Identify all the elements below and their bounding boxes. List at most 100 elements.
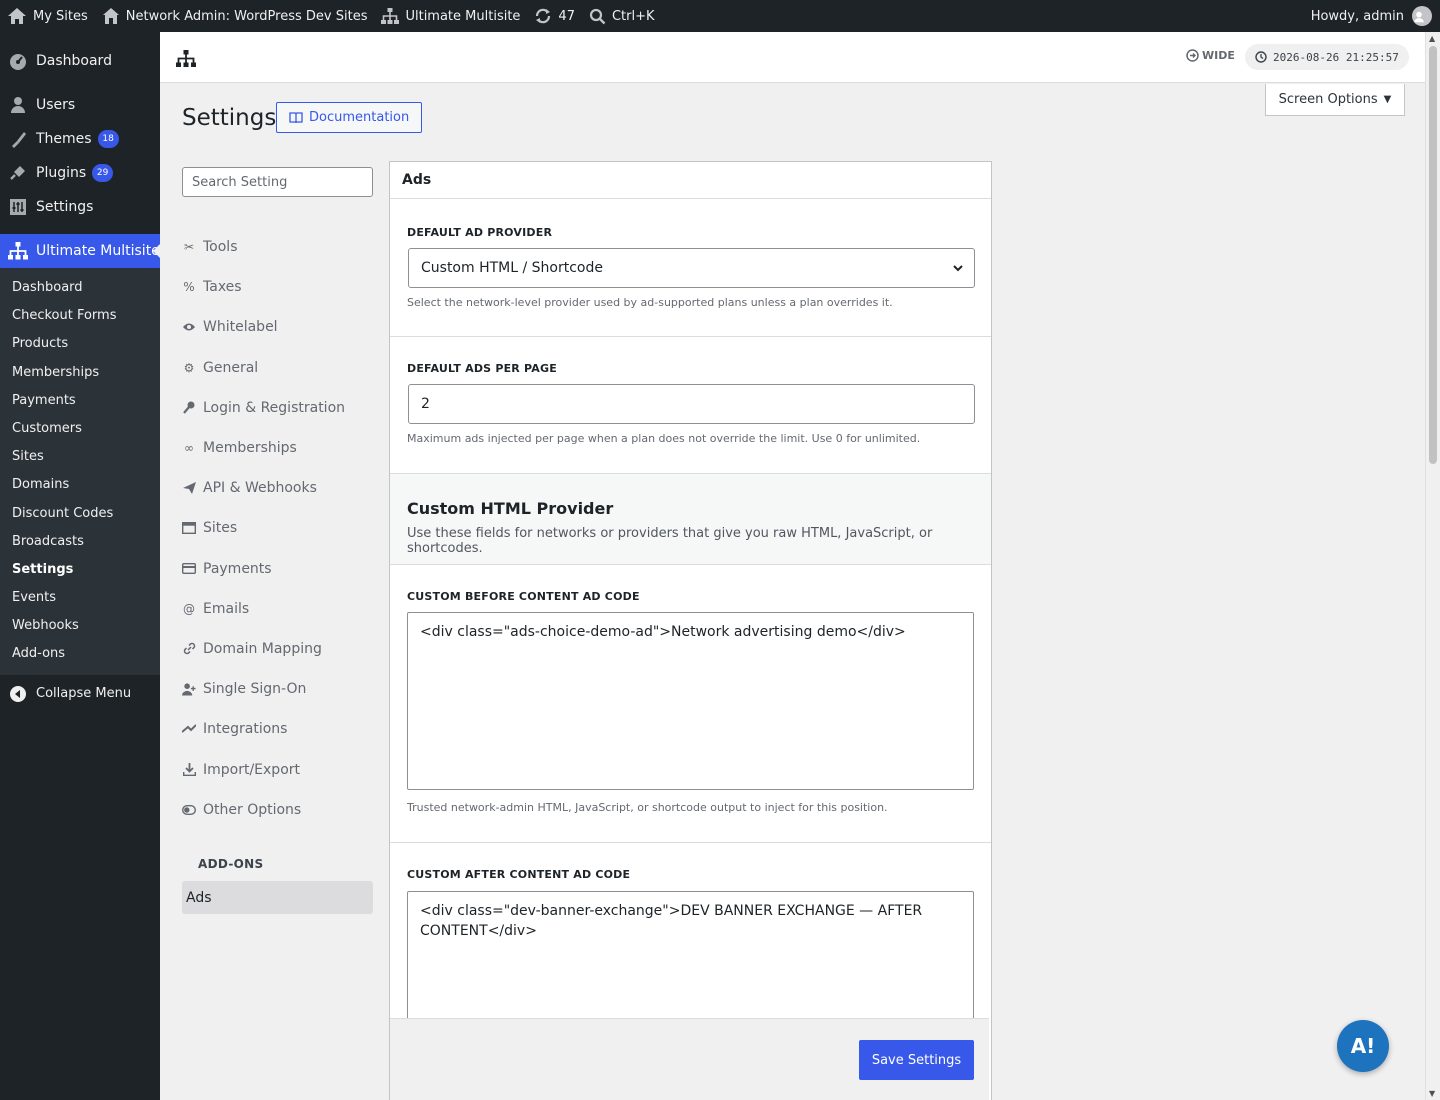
submenu-checkout-forms[interactable]: Checkout Forms	[0, 302, 160, 330]
submenu-add-ons[interactable]: Add-ons	[0, 640, 160, 668]
submenu-memberships[interactable]: Memberships	[0, 359, 160, 387]
settings-nav-label: Tools	[203, 239, 238, 256]
ads-settings-panel: Ads DEFAULT AD PROVIDER Custom HTML / Sh…	[389, 161, 992, 1100]
settings-nav-label: Whitelabel	[203, 319, 278, 336]
screen-options-button[interactable]: Screen Options ▼	[1265, 84, 1405, 116]
default-ad-provider-label: DEFAULT AD PROVIDER	[407, 226, 553, 239]
tools-icon: ✂	[183, 240, 195, 255]
settings-nav-whitelabel[interactable]: Whitelabel	[182, 307, 373, 347]
page-scrollbar[interactable]: ▲ ▼	[1425, 32, 1440, 1100]
submenu-products[interactable]: Products	[0, 330, 160, 358]
submenu-dashboard[interactable]: Dashboard	[0, 274, 160, 302]
menu-plugins[interactable]: Plugins 29	[0, 156, 160, 190]
ultimate-multisite-label: Ultimate Multisite	[405, 8, 521, 24]
menu-dashboard[interactable]: Dashboard	[0, 44, 160, 78]
submenu-discount-codes[interactable]: Discount Codes	[0, 500, 160, 528]
documentation-button[interactable]: Documentation	[276, 102, 423, 133]
admin-menu: Dashboard Users Themes 18 Plugins 29 Set…	[0, 32, 161, 1100]
ai-assistant-label: A!	[1350, 1034, 1376, 1058]
save-settings-label: Save Settings	[871, 1052, 962, 1068]
ultimate-multisite-submenu: Dashboard Checkout Forms Products Member…	[0, 268, 160, 675]
submenu-payments[interactable]: Payments	[0, 387, 160, 415]
submenu-customers[interactable]: Customers	[0, 415, 160, 443]
save-settings-button[interactable]: Save Settings	[859, 1040, 974, 1080]
updates-link[interactable]: 47	[527, 0, 582, 32]
submenu-events[interactable]: Events	[0, 584, 160, 612]
panel-title: Ads	[390, 162, 991, 199]
settings-nav-ads-label: Ads	[186, 889, 212, 906]
settings-nav-general[interactable]: ⚙ General	[182, 348, 373, 388]
network-admin-link[interactable]: Network Admin: WordPress Dev Sites	[95, 0, 375, 32]
menu-themes[interactable]: Themes 18	[0, 122, 160, 156]
settings-nav-ads[interactable]: Ads	[182, 881, 373, 914]
settings-nav-taxes[interactable]: % Taxes	[182, 267, 373, 307]
settings-nav-label: Integrations	[203, 721, 288, 738]
settings-nav-login-registration[interactable]: Login & Registration	[182, 388, 373, 428]
default-ad-provider-select[interactable]: Custom HTML / Shortcode	[408, 248, 975, 288]
settings-nav-memberships[interactable]: ∞ Memberships	[182, 428, 373, 468]
settings-nav-tools[interactable]: ✂ Tools	[182, 227, 373, 267]
settings-nav-single-sign-on[interactable]: Single Sign-On	[182, 669, 373, 709]
after-content-label: CUSTOM AFTER CONTENT AD CODE	[407, 868, 631, 881]
submenu-webhooks[interactable]: Webhooks	[0, 612, 160, 640]
settings-nav-label: Other Options	[203, 801, 302, 818]
wide-toggle[interactable]: WIDE	[1186, 49, 1235, 62]
wide-label: WIDE	[1202, 49, 1235, 62]
before-content-value: <div class="ads-choice-demo-ad">Network …	[420, 624, 906, 640]
admin-bar: My Sites Network Admin: WordPress Dev Si…	[0, 0, 1440, 32]
settings-nav-integrations[interactable]: Integrations	[182, 709, 373, 749]
settings-icon	[8, 197, 28, 217]
menu-ultimate-multisite[interactable]: Ultimate Multisite	[0, 234, 161, 268]
credit-card-icon	[182, 562, 196, 576]
before-content-field: CUSTOM BEFORE CONTENT AD CODE <div class…	[390, 565, 991, 843]
before-content-label: CUSTOM BEFORE CONTENT AD CODE	[407, 590, 640, 603]
submenu-sites[interactable]: Sites	[0, 443, 160, 471]
my-sites-link[interactable]: My Sites	[0, 0, 95, 32]
scrollbar-thumb[interactable]	[1429, 46, 1437, 464]
account-menu[interactable]: Howdy, admin	[1304, 0, 1440, 32]
key-icon	[182, 401, 196, 415]
search-setting-input[interactable]: Search Setting	[182, 167, 373, 197]
eye-icon	[182, 320, 196, 334]
scroll-up-arrow-icon[interactable]: ▲	[1429, 34, 1435, 43]
screen-options-label: Screen Options	[1278, 92, 1378, 107]
plugins-icon	[8, 163, 28, 183]
howdy-label: Howdy, admin	[1310, 8, 1404, 24]
submenu-settings[interactable]: Settings	[0, 556, 160, 584]
settings-nav-emails[interactable]: @ Emails	[182, 589, 373, 629]
search-setting-placeholder: Search Setting	[192, 174, 288, 190]
submenu-domains[interactable]: Domains	[0, 471, 160, 499]
percent-icon: %	[183, 280, 195, 295]
before-content-textarea[interactable]: <div class="ads-choice-demo-ad">Network …	[407, 612, 974, 790]
network-admin-label: Network Admin: WordPress Dev Sites	[125, 8, 368, 24]
ai-assistant-button[interactable]: A!	[1337, 1020, 1389, 1072]
after-content-field: CUSTOM AFTER CONTENT AD CODE <div class=…	[390, 843, 991, 1051]
settings-nav-payments[interactable]: Payments	[182, 549, 373, 589]
settings-nav-domain-mapping[interactable]: Domain Mapping	[182, 629, 373, 669]
submenu-broadcasts[interactable]: Broadcasts	[0, 528, 160, 556]
expand-icon	[1186, 49, 1199, 62]
menu-users[interactable]: Users	[0, 88, 160, 122]
collapse-menu-label: Collapse Menu	[36, 686, 132, 702]
settings-nav-label: Single Sign-On	[203, 681, 307, 698]
command-search[interactable]: Ctrl+K	[582, 0, 662, 32]
settings-nav-other-options[interactable]: Other Options	[182, 790, 373, 830]
toggle-icon	[182, 803, 196, 817]
settings-nav-label: Emails	[203, 600, 250, 617]
settings-nav-sites[interactable]: Sites	[182, 508, 373, 548]
scroll-down-arrow-icon[interactable]: ▼	[1429, 1089, 1435, 1098]
users-icon	[8, 95, 28, 115]
collapse-menu-button[interactable]: Collapse Menu	[0, 677, 160, 711]
settings-nav-import-export[interactable]: Import/Export	[182, 749, 373, 789]
home-icon	[102, 8, 119, 24]
before-content-help: Trusted network-admin HTML, JavaScript, …	[407, 801, 888, 814]
ultimate-multisite-link[interactable]: Ultimate Multisite	[374, 0, 527, 32]
menu-ultimate-multisite-label: Ultimate Multisite	[36, 243, 160, 259]
main-content: Screen Options ▼ Settings Documentation …	[160, 83, 1425, 1100]
clock-icon	[1255, 51, 1267, 63]
menu-settings[interactable]: Settings	[0, 190, 160, 224]
default-ads-per-page-input[interactable]: 2	[408, 384, 975, 424]
settings-nav-api-webhooks[interactable]: API & Webhooks	[182, 468, 373, 508]
custom-html-provider-description: Use these fields for networks or provide…	[407, 526, 933, 556]
avatar	[1412, 6, 1432, 26]
